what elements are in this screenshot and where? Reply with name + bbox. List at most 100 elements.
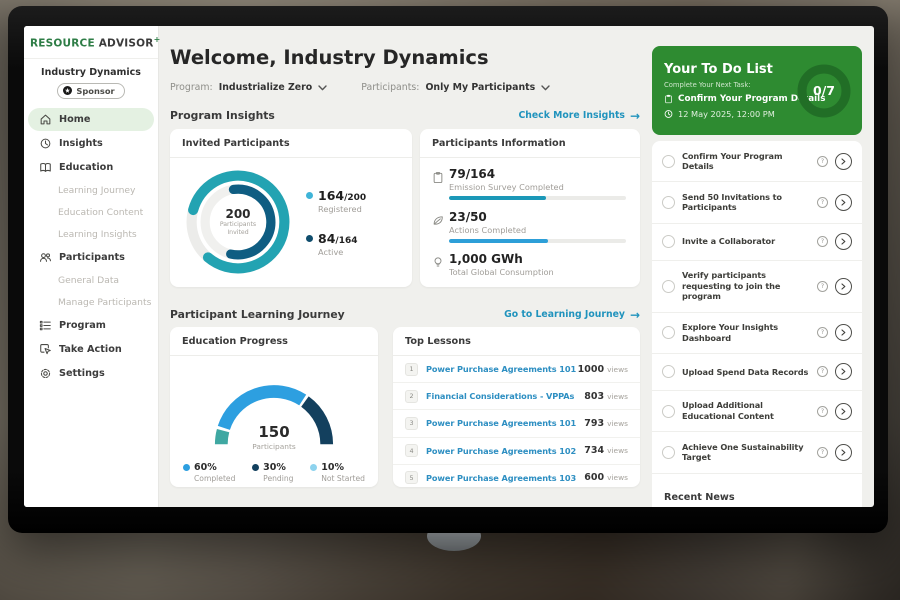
legend-active: 84/164 Active (306, 231, 366, 257)
task-label: Send 50 Invitations to Participants (682, 192, 810, 213)
task-label: Confirm Your Program Details (682, 151, 810, 172)
views-label: views (607, 365, 628, 374)
sidebar-item-education-content[interactable]: Education Content (28, 202, 154, 223)
todo-progress-count: 0/7 (795, 62, 853, 120)
participants-dropdown[interactable]: Participants: Only My Participants (361, 82, 550, 93)
sidebar-item-manage-participants[interactable]: Manage Participants (28, 292, 154, 313)
registered-total: /200 (344, 193, 366, 203)
go-to-learning-journey-link[interactable]: Go to Learning Journey → (504, 309, 640, 321)
info-icon[interactable]: ? (817, 366, 828, 377)
lesson-link[interactable]: Power Purchase Agreements 103 (426, 473, 584, 483)
insights-icon (39, 137, 52, 150)
info-icon[interactable]: ? (817, 197, 828, 208)
program-dropdown[interactable]: Program: Industrialize Zero (170, 82, 327, 93)
card-title: Top Lessons (393, 327, 640, 356)
info-icon[interactable]: ? (817, 406, 828, 417)
sponsor-label: Sponsor (76, 86, 114, 96)
page-title: Welcome, Industry Dynamics (170, 46, 489, 69)
chevron-down-icon (318, 85, 327, 91)
lesson-link[interactable]: Power Purchase Agreements 101 (426, 364, 578, 374)
check-more-insights-link[interactable]: Check More Insights → (518, 110, 640, 122)
not-started-bullet (310, 464, 317, 471)
gauge-chart: 150 Participants (189, 366, 359, 451)
leaf-icon (432, 214, 444, 227)
donut-center: 200 Participants Invited (180, 164, 296, 280)
completed-bullet (183, 464, 190, 471)
participants-information-card: Participants Information 79/164 Emission… (420, 129, 640, 287)
section-title: Participant Learning Journey (170, 308, 345, 321)
task-checkbox[interactable] (662, 235, 675, 248)
program-value: Industrialize Zero (219, 82, 313, 93)
info-icon[interactable]: ? (817, 156, 828, 167)
task-open-button[interactable] (835, 444, 852, 461)
learning-journey-header: Participant Learning Journey Go to Learn… (170, 308, 640, 321)
lesson-link[interactable]: Power Purchase Agreements 102 (426, 446, 584, 456)
task-open-button[interactable] (835, 233, 852, 250)
task-row: Verify participants requesting to join t… (652, 260, 862, 312)
todo-title: Your To Do List (664, 62, 795, 77)
task-checkbox[interactable] (662, 405, 675, 418)
task-checkbox[interactable] (662, 326, 675, 339)
sidebar-item-learning-journey[interactable]: Learning Journey (28, 180, 154, 201)
sidebar-item-learning-insights[interactable]: Learning Insights (28, 224, 154, 245)
todo-summary-card: Your To Do List Complete Your Next Task:… (652, 46, 862, 135)
task-open-button[interactable] (835, 403, 852, 420)
task-checkbox[interactable] (662, 155, 675, 168)
gauge-center: 150 Participants (189, 423, 359, 451)
registered-value: 164 (318, 188, 344, 203)
pending-pct: 30% (263, 462, 286, 473)
active-label: Active (318, 247, 366, 257)
sidebar-item-education[interactable]: Education (28, 156, 154, 179)
participants-value: Only My Participants (425, 82, 535, 93)
invited-participants-card: Invited Participants 200 Participants I (170, 129, 412, 287)
info-icon[interactable]: ? (817, 447, 828, 458)
task-row: Upload Spend Data Records ? (652, 353, 862, 390)
lesson-rank: 5 (405, 471, 418, 484)
info-icon[interactable]: ? (817, 327, 828, 338)
pending-bullet (252, 464, 259, 471)
recent-news-card: Recent News (652, 482, 862, 507)
task-open-button[interactable] (835, 194, 852, 211)
task-checkbox[interactable] (662, 280, 675, 293)
task-open-button[interactable] (835, 153, 852, 170)
pending-label: Pending (263, 474, 293, 483)
list-icon (39, 319, 52, 332)
sidebar-item-participants[interactable]: Participants (28, 246, 154, 269)
task-open-button[interactable] (835, 278, 852, 295)
lesson-rank: 3 (405, 417, 418, 430)
sidebar-item-home[interactable]: Home (28, 108, 154, 131)
task-open-button[interactable] (835, 324, 852, 341)
task-row: Achieve One Sustainability Target ? (652, 431, 862, 472)
legend-registered: 164/200 Registered (306, 188, 366, 214)
task-row: Upload Additional Educational Content ? (652, 390, 862, 431)
sidebar-item-settings[interactable]: Settings (28, 362, 154, 385)
invited-center-label: Invited (227, 229, 248, 237)
sidebar-item-take-action[interactable]: Take Action (28, 338, 154, 361)
info-icon[interactable]: ? (817, 236, 828, 247)
arrow-right-icon: → (630, 110, 640, 122)
task-checkbox[interactable] (662, 365, 675, 378)
participants-stats: 79/164 Emission Survey Completed 23/50 A… (420, 158, 640, 277)
legend-not-started: 10% Not Started (310, 462, 365, 483)
todo-task-list: Confirm Your Program Details ? Send 50 I… (652, 141, 862, 507)
lesson-link[interactable]: Financial Considerations - VPPAs (426, 391, 584, 401)
stat-emission-survey: 79/164 Emission Survey Completed (432, 167, 626, 200)
lesson-views: 600 (584, 472, 604, 483)
sidebar-item-general-data[interactable]: General Data (28, 270, 154, 291)
active-total: /164 (335, 236, 357, 246)
info-icon[interactable]: ? (817, 281, 828, 292)
task-open-button[interactable] (835, 363, 852, 380)
task-checkbox[interactable] (662, 446, 675, 459)
clipboard-icon (432, 171, 444, 184)
progress-bar (449, 196, 626, 200)
task-checkbox[interactable] (662, 196, 675, 209)
sidebar-item-program[interactable]: Program (28, 314, 154, 337)
gauge-label: Participants (189, 442, 359, 451)
clock-icon (664, 109, 673, 119)
task-row: Invite a Collaborator ? (652, 223, 862, 260)
todo-summary-text: Your To Do List Complete Your Next Task:… (652, 52, 795, 129)
stat-total-consumption: 1,000 GWh Total Global Consumption (432, 252, 626, 277)
lesson-link[interactable]: Power Purchase Agreements 101 (426, 418, 584, 428)
sidebar-item-insights[interactable]: Insights (28, 132, 154, 155)
task-label: Upload Additional Educational Content (682, 400, 810, 421)
